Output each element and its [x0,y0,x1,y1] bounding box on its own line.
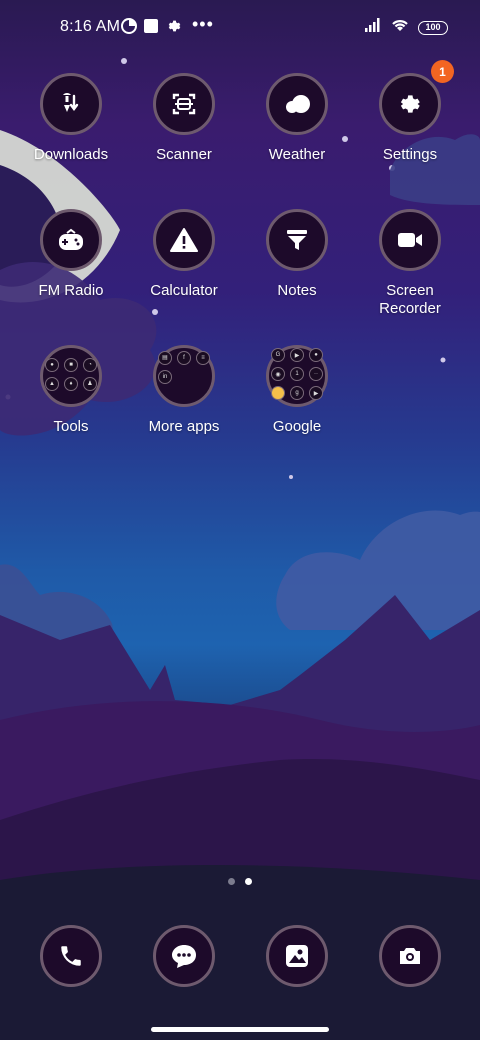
folder-more-apps[interactable]: ▤ f ≡ in More apps [129,345,239,436]
linkedin-icon: in [158,369,172,384]
warning-triangle-icon [153,209,215,271]
battery-icon: 100 [418,20,448,35]
youtube-music-icon: ◉ [271,367,285,381]
gear-icon [165,18,181,39]
square-notification-icon [143,18,159,39]
gear-icon: 1 [379,60,454,135]
maps-icon: ● [309,348,323,362]
one-icon: 1 [290,367,304,381]
mic-icon: ● [45,357,59,372]
video-camera-icon [379,209,441,271]
app-label: FM Radio [38,282,104,299]
cloud-icon [266,73,328,135]
scanner-icon [153,73,215,135]
app-label: Settings [382,146,438,163]
app-label: Calculator [150,282,218,299]
gesture-nav-handle[interactable] [151,1027,329,1032]
folder-preview: G ▶ ● ◉ 1 ·· g ▶ [271,348,323,400]
funnel-icon [266,209,328,271]
photos-icon [271,386,285,400]
app-label: Scanner [156,146,212,163]
folder-icon: ● ■ ◔ ▲ ♦ ♟ [40,345,102,407]
message-icon: ■ [64,357,78,372]
page-dot[interactable] [228,878,235,885]
dock-gallery[interactable] [266,925,328,987]
app-weather[interactable]: Weather [242,73,352,164]
app-label: Downloads [33,146,109,163]
pin-icon: ♦ [64,376,78,391]
dock-camera[interactable] [379,925,441,987]
app-notes[interactable]: Notes [242,209,352,300]
folder-preview: ● ■ ◔ ▲ ♦ ♟ [45,357,97,391]
dock-messages[interactable] [153,925,215,987]
app-fm-radio[interactable]: FM Radio [16,209,126,300]
youtube-icon: ▶ [290,348,304,362]
downloads-icon [40,73,102,135]
camera-icon [379,925,441,987]
radio-icon [40,209,102,271]
app-label: Google [272,418,322,435]
app-label: Tools [53,418,89,435]
folder-tools[interactable]: ● ■ ◔ ▲ ♦ ♟ Tools [16,345,126,436]
folder-icon: ▤ f ≡ in [153,345,215,407]
app-label: More apps [148,418,220,435]
status-bar: 8:16 AM ••• 100 [0,0,480,56]
app-downloads[interactable]: Downloads [16,73,126,164]
app-label: Screen Recorder [379,282,441,317]
files-icon: ▤ [158,350,172,365]
status-time: 8:16 AM [60,18,121,35]
app-settings[interactable]: 1 Settings [355,60,465,164]
page-dot-active[interactable] [245,878,252,885]
app-screen-recorder[interactable]: Screen Recorder [355,209,465,318]
duo-icon: ·· [309,367,323,381]
app-calculator[interactable]: Calculator [129,209,239,300]
app-label: Notes [277,282,317,299]
menu-icon: ≡ [196,350,210,365]
more-dots-icon: ••• [192,14,214,34]
pay-icon: g [290,386,304,400]
lock-icon: ▲ [45,376,59,391]
notification-badge: 1 [431,60,454,83]
page-indicator [228,878,252,885]
app-scanner[interactable]: Scanner [129,73,239,164]
folder-icon: G ▶ ● ◉ 1 ·· g ▶ [266,345,328,407]
dock-phone[interactable] [40,925,102,987]
app-label: Weather [268,146,326,163]
folder-google[interactable]: G ▶ ● ◉ 1 ·· g ▶ Google [242,345,352,436]
signal-icon [364,18,382,37]
pie-chart-icon [121,18,137,39]
facebook-icon: f [177,350,191,365]
folder-preview: ▤ f ≡ in [158,350,210,384]
phone-icon [40,925,102,987]
google-icon: G [271,348,285,362]
wifi-icon [390,18,410,37]
play-store-icon: ▶ [309,386,323,400]
clock-icon: ◔ [83,357,97,372]
messages-icon [153,925,215,987]
gallery-icon [266,925,328,987]
user-icon: ♟ [83,376,97,391]
